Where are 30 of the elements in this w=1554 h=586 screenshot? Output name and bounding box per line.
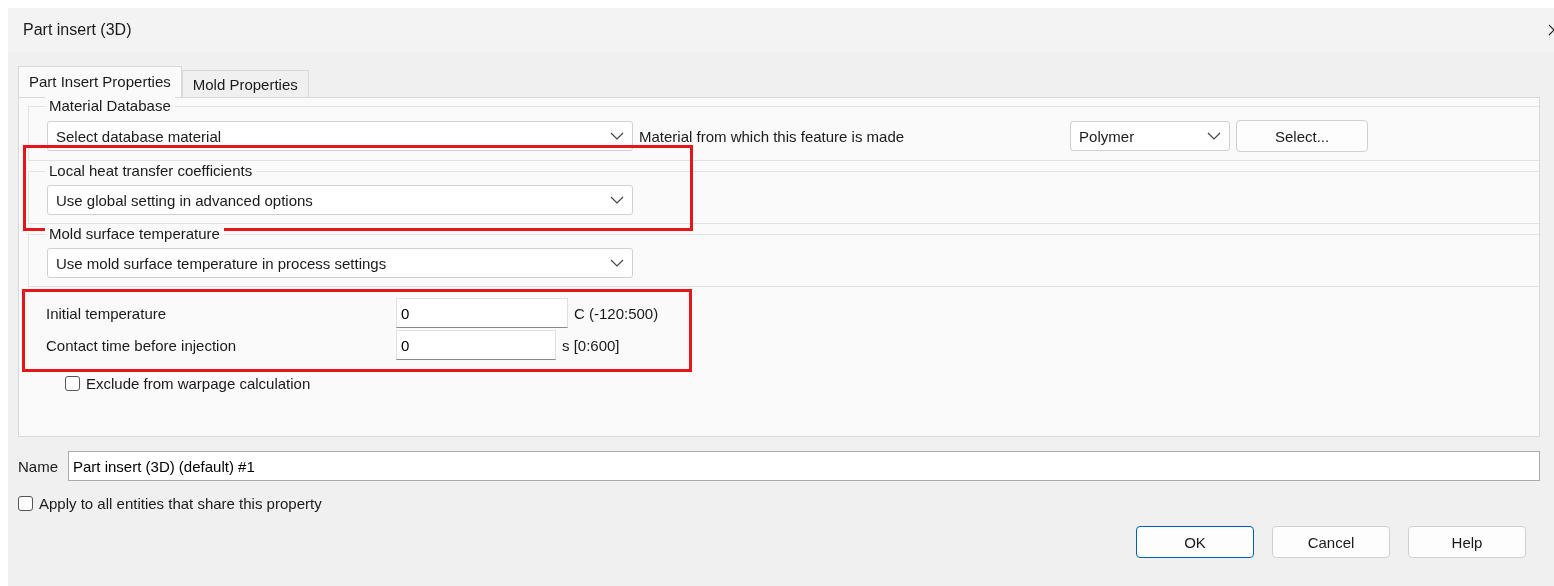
tab[interactable]: Mold Properties [181,70,309,97]
checkbox[interactable] [18,496,33,511]
field-label: Contact time before injection [46,336,238,354]
dropdown[interactable]: Polymer [1070,121,1231,151]
checkbox-label: Apply to all entities that share this property [39,495,322,512]
chevron-icon [1207,132,1222,140]
group-label: Mold surface temperature [45,225,224,242]
chevron-icon [610,259,624,267]
range-label: s [0:600] [562,336,620,354]
range-label: C (-120:500) [574,304,659,322]
group-label: Local heat transfer coefficients [45,162,257,179]
dialog-button[interactable]: Cancel [1272,526,1390,558]
dialog-button[interactable]: OK [1136,526,1254,558]
input-field[interactable]: 0 [396,330,556,360]
window-title: Part insert (3D) [23,21,132,39]
checkbox-label: Exclude from warpage calculation [86,375,311,392]
chevron-icon [610,132,624,140]
chevron-icon [610,196,624,204]
tab[interactable]: Part Insert Properties [18,66,182,97]
dropdown[interactable]: Use mold surface temperature in process settings [47,248,633,278]
material-label: Material from which this feature is made [639,127,905,145]
field-label: Initial temperature [46,304,168,322]
checkbox[interactable] [65,376,80,391]
group-label: Material Database [45,97,175,114]
dropdown[interactable]: Use global setting in advanced options [47,185,633,215]
input-field[interactable]: 0 [396,298,568,328]
dialog-button[interactable]: Help [1408,526,1526,558]
name-field[interactable]: Part insert (3D) (default) #1 [68,451,1540,481]
name-label: Name [18,457,58,475]
select-button[interactable]: Select... [1236,120,1369,152]
